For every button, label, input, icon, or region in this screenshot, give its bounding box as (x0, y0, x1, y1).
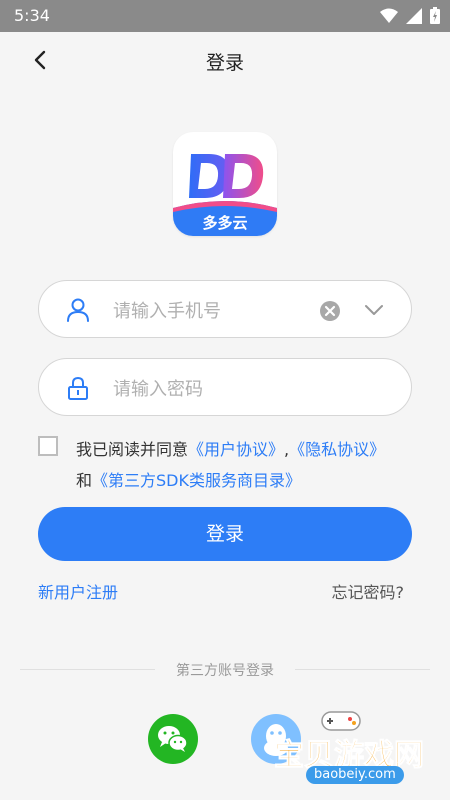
clear-icon[interactable] (319, 300, 341, 322)
wechat-login-button[interactable] (148, 714, 198, 764)
gamepad-icon (321, 711, 361, 731)
status-bar: 5:34 (0, 0, 450, 32)
watermark-sub: baobeiy.com (306, 766, 404, 784)
phone-input[interactable] (111, 293, 335, 329)
forgot-password-link[interactable]: 忘记密码? (332, 579, 405, 603)
agreement-and: 和 (76, 471, 93, 490)
agreement-prefix: 我已阅读并同意 (76, 440, 189, 459)
register-link[interactable]: 新用户注册 (38, 579, 118, 603)
page-title: 登录 (205, 52, 244, 74)
login-button[interactable]: 登录 (38, 507, 412, 561)
app-logo: 多多云 (173, 132, 277, 236)
status-time: 5:34 (14, 6, 50, 25)
third-party-label: 第三方账号登录 (176, 663, 274, 679)
wechat-icon (158, 726, 188, 752)
agreement-line-2: 和《第三方SDK类服务商目录》 (76, 467, 301, 491)
lock-icon (68, 376, 88, 400)
signal-icon (406, 7, 422, 24)
wifi-icon (380, 8, 398, 23)
password-input[interactable] (111, 371, 335, 407)
phone-field[interactable] (38, 280, 412, 338)
third-party-divider: 第三方账号登录 (20, 660, 430, 680)
sdk-list-link[interactable]: 《第三方SDK类服务商目录》 (92, 471, 301, 490)
privacy-agreement-link[interactable]: 《隐私协议》 (289, 440, 385, 459)
agreement-checkbox[interactable] (38, 436, 58, 456)
logo-text: 多多云 (202, 214, 248, 232)
user-icon (67, 298, 89, 322)
chevron-down-icon[interactable] (364, 302, 384, 318)
battery-icon (430, 7, 440, 24)
divider-line-right (295, 669, 430, 670)
qq-login-button[interactable] (251, 714, 301, 764)
user-agreement-link[interactable]: 《用户协议》 (188, 440, 284, 459)
qq-icon (264, 724, 288, 756)
agreement-line-1: 我已阅读并同意《用户协议》,《隐私协议》 (76, 436, 385, 460)
status-icons (380, 7, 440, 24)
password-field[interactable] (38, 358, 412, 416)
header: 登录 (0, 32, 450, 88)
